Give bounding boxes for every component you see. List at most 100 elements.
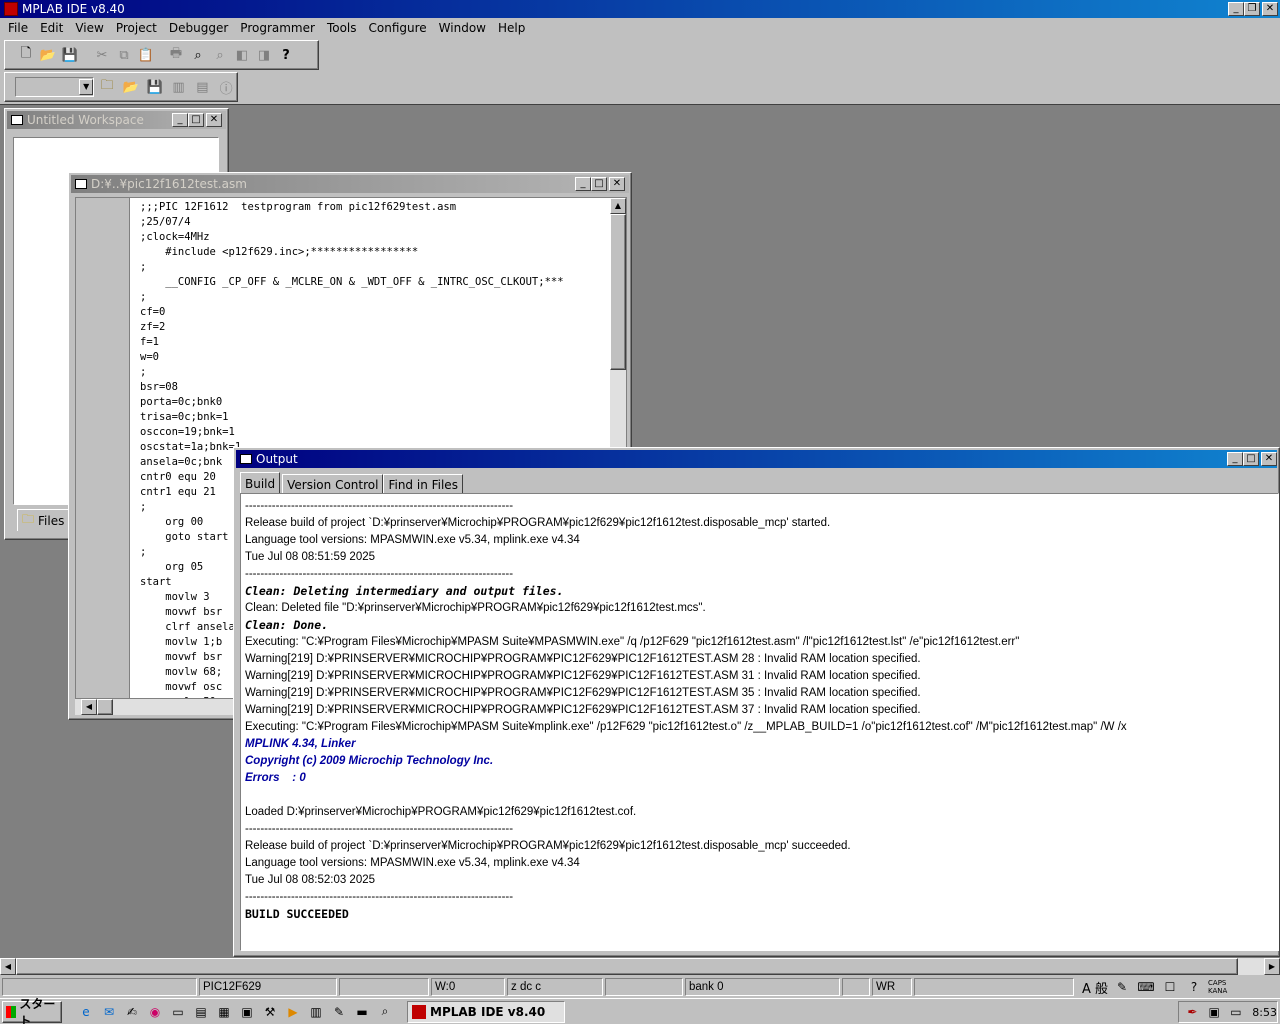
save-icon[interactable]: 💾 [59, 44, 81, 66]
code-line: zf=2 [140, 321, 166, 333]
tools-icon[interactable]: ⚒ [260, 1002, 280, 1022]
hscroll-thumb[interactable] [16, 958, 1238, 975]
find-in-files-icon[interactable]: ⌕ [209, 44, 231, 66]
output-line: Clean: Done. [245, 618, 329, 632]
menu-debugger[interactable]: Debugger [163, 21, 234, 35]
window-icon[interactable]: ▣ [237, 1002, 257, 1022]
info-icon[interactable]: ⓘ [215, 76, 237, 98]
menu-view[interactable]: View [69, 21, 109, 35]
terminal-icon[interactable]: ▬ [352, 1002, 372, 1022]
save-project-icon[interactable]: 💾 [144, 76, 166, 98]
menu-window[interactable]: Window [433, 21, 492, 35]
mplab-task-icon [412, 1004, 426, 1019]
notepad-icon[interactable]: ✍ [122, 1002, 142, 1022]
close-icon[interactable]: ✕ [1261, 452, 1277, 466]
outlook-icon[interactable]: ✉ [99, 1002, 119, 1022]
scroll-right-icon[interactable]: ▶ [1264, 958, 1280, 975]
battery-icon[interactable]: ▭ [1227, 1002, 1246, 1022]
status-mode: WR [872, 978, 912, 996]
menu-project[interactable]: Project [110, 21, 163, 35]
menu-edit[interactable]: Edit [34, 21, 69, 35]
player-icon[interactable]: ▶ [283, 1002, 303, 1022]
clock: 8:53 [1252, 1005, 1277, 1019]
print-icon[interactable]: 🖶 [165, 44, 187, 66]
paste-icon[interactable]: 📋 [135, 44, 157, 66]
maximize-icon[interactable]: □ [1243, 452, 1259, 466]
minimize-icon[interactable]: _ [172, 113, 188, 127]
code-line: f=1 [140, 336, 159, 348]
explorer-icon[interactable]: ▤ [191, 1002, 211, 1022]
scroll-thumb[interactable] [610, 214, 626, 370]
code-line: ;clock=4MHz [140, 231, 210, 243]
make-icon[interactable]: ▤ [191, 76, 213, 98]
chevron-down-icon[interactable]: ▼ [79, 79, 94, 95]
network-icon[interactable]: ▣ [1205, 1002, 1224, 1022]
tab-build[interactable]: Build [240, 472, 281, 494]
tab-find-in-files[interactable]: Find in Files [383, 474, 463, 494]
menu-help[interactable]: Help [492, 21, 531, 35]
search-icon[interactable]: ⌕ [375, 1002, 395, 1022]
media-icon[interactable]: ◉ [145, 1002, 165, 1022]
maximize-icon[interactable]: □ [188, 113, 204, 127]
document-icon [75, 179, 87, 189]
scroll-left-icon[interactable]: ◀ [0, 958, 16, 975]
minimize-icon[interactable]: _ [1227, 452, 1243, 466]
open-folder-icon[interactable]: 📂 [37, 44, 59, 66]
build-config-select[interactable]: ▼ [15, 77, 95, 97]
tab-version-control[interactable]: Version Control [282, 474, 384, 494]
ime-pad-icon[interactable]: ⌨ [1136, 977, 1156, 997]
find-icon[interactable]: ⌕ [187, 44, 209, 66]
output-text-area[interactable]: ----------------------------------------… [240, 493, 1279, 951]
menu-programmer[interactable]: Programmer [234, 21, 321, 35]
edit-icon[interactable]: ✎ [329, 1002, 349, 1022]
scroll-left-icon[interactable]: ◀ [81, 699, 97, 715]
new-project-icon[interactable]: 🗀 [96, 76, 118, 98]
ime-tool-icon[interactable]: ✎ [1112, 977, 1132, 997]
output-line: ----------------------------------------… [245, 823, 514, 835]
start-button[interactable]: スタート [2, 997, 62, 1024]
bookmark-next-icon[interactable]: ◨ [253, 44, 275, 66]
maximize-icon[interactable]: □ [591, 177, 607, 191]
close-icon[interactable]: ✕ [609, 177, 625, 191]
new-file-icon[interactable]: 🗋 [15, 44, 37, 66]
menu-file[interactable]: File [2, 21, 34, 35]
copy-icon[interactable]: ⧉ [113, 44, 135, 66]
workspace-titlebar: Untitled Workspace _ □ ✕ [7, 111, 226, 129]
output-line: MPLINK 4.34, Linker [245, 738, 356, 750]
cut-icon[interactable]: ✂ [91, 44, 113, 66]
close-icon[interactable]: ✕ [206, 113, 222, 127]
open-project-icon[interactable]: 📂 [120, 76, 142, 98]
close-icon[interactable]: ✕ [1262, 2, 1278, 16]
pen-icon[interactable]: ✒ [1183, 1002, 1202, 1022]
bookmark-prev-icon[interactable]: ◧ [231, 44, 253, 66]
ime-dict-icon[interactable]: ☐ [1160, 977, 1180, 997]
menu-configure[interactable]: Configure [363, 21, 433, 35]
help-icon[interactable]: ? [275, 44, 297, 66]
windows-logo-icon [6, 1005, 17, 1018]
toolbar-main: 🗋 📂 💾 ✂ ⧉ 📋 🖶 ⌕ ⌕ ◧ ◨ ? [4, 40, 319, 70]
output-line: Executing: "C:¥Program Files¥Microchip¥M… [245, 721, 1127, 733]
restore-icon[interactable]: ❐ [1244, 2, 1260, 16]
output-line: Warning[219] D:¥PRINSERVER¥MICROCHIP¥PRO… [245, 704, 921, 716]
minimize-icon[interactable]: _ [1228, 2, 1244, 16]
desktop-icon[interactable]: ▭ [168, 1002, 188, 1022]
minimize-icon[interactable]: _ [575, 177, 591, 191]
output-line: ----------------------------------------… [245, 568, 514, 580]
code-line: osccon=19;bnk=1 [140, 426, 235, 438]
menu-tools[interactable]: Tools [321, 21, 363, 35]
ie-icon[interactable]: e [76, 1002, 96, 1022]
scroll-up-icon[interactable]: ▲ [610, 198, 626, 214]
caps-indicator: CAPS [1208, 979, 1227, 987]
ime-bar[interactable]: A 般 ✎ ⌨ ☐ ? CAPS KANA [1076, 977, 1227, 997]
ime-mode-label[interactable]: A 般 [1082, 978, 1108, 997]
ime-help-icon[interactable]: ? [1184, 977, 1204, 997]
hscroll-thumb[interactable] [97, 699, 113, 715]
main-hscrollbar[interactable]: ◀ ▶ [0, 958, 1280, 975]
doc-icon[interactable]: ▦ [214, 1002, 234, 1022]
task-button-mplab[interactable]: MPLAB IDE v8.40 [407, 1000, 565, 1023]
status-empty [2, 978, 197, 996]
output-log[interactable]: ----------------------------------------… [245, 498, 1127, 923]
code-line: bsr=08 [140, 381, 178, 393]
calc-icon[interactable]: ▥ [306, 1002, 326, 1022]
build-icon[interactable]: ▥ [168, 76, 190, 98]
